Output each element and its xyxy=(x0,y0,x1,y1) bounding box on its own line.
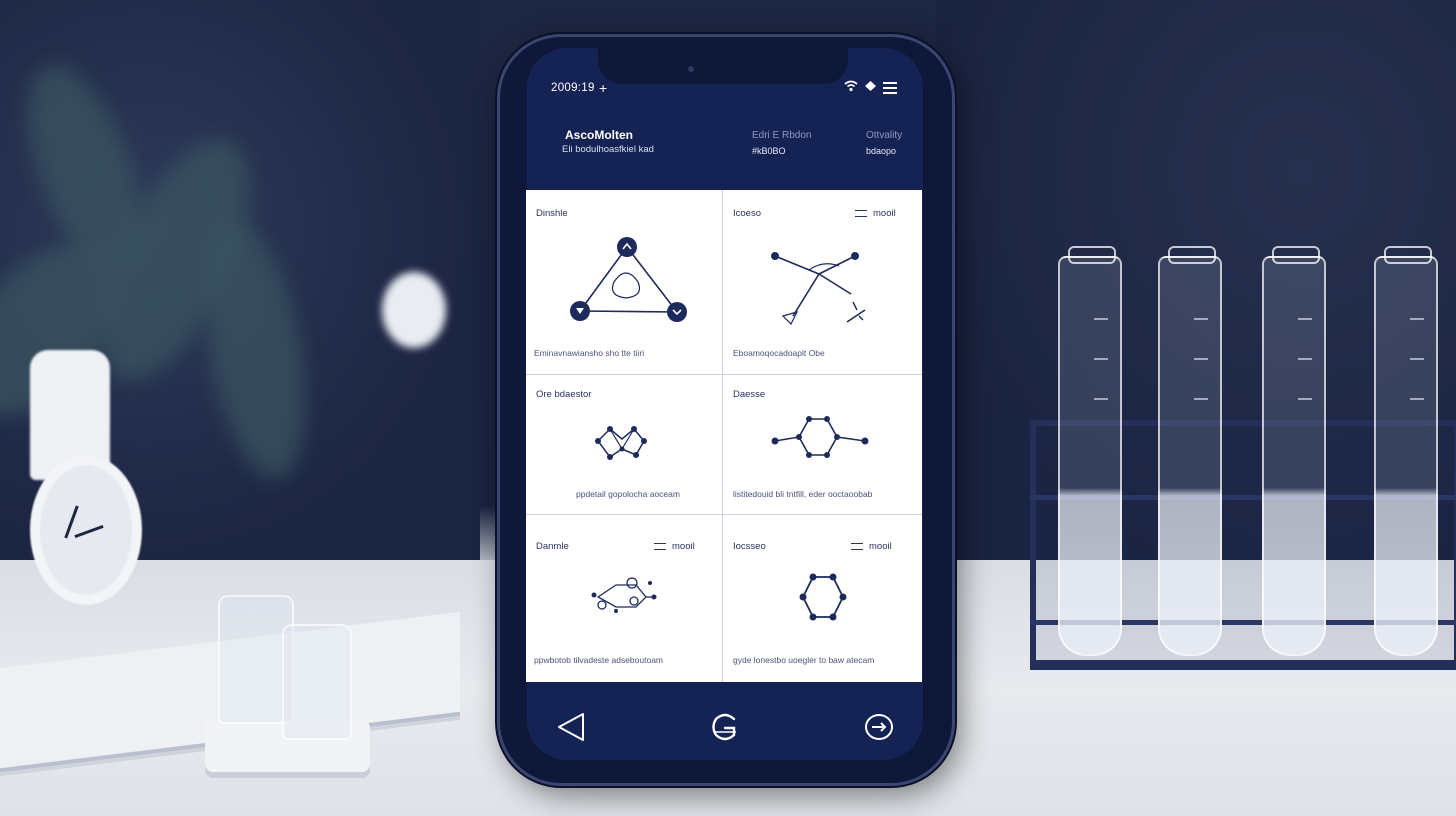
card-caption: gyde lonestbo uoegler to baw atecam xyxy=(733,655,875,665)
card-label: Daesse xyxy=(733,389,766,400)
status-icons xyxy=(844,80,897,95)
camera-dot xyxy=(688,66,694,72)
card-caption: Eminavnawiansho sho tte tiiri xyxy=(534,348,645,358)
molecule-diagram xyxy=(799,573,847,621)
status-plus[interactable]: + xyxy=(599,80,607,96)
home-g-icon xyxy=(712,713,736,741)
equals-icon xyxy=(851,543,863,550)
card-caption: listitedouid bli tntfill, eder ooctaooba… xyxy=(733,489,873,499)
test-tube xyxy=(1058,246,1122,656)
app-title: AscoMolten xyxy=(565,128,634,142)
card-label: Ore bdaestor xyxy=(536,389,592,400)
test-tube xyxy=(1262,246,1326,656)
phone-notch xyxy=(598,48,848,84)
card-label: Dinshle xyxy=(536,208,568,219)
back-triangle-icon xyxy=(558,713,584,741)
card-label: Iocsseo xyxy=(733,541,766,552)
stat-value-2: bdaopo xyxy=(866,146,897,156)
card-caption: ppwbotob tilvadeste adseboutoam xyxy=(534,655,664,665)
forward-circle-icon xyxy=(865,714,893,740)
card-label: Danmle xyxy=(536,541,569,552)
glass-cup xyxy=(282,624,352,740)
test-tube xyxy=(1158,246,1222,656)
molecule-grid: Dinshle Eminavnawiansho sho tte tiiri Ic… xyxy=(526,190,922,682)
molecule-card[interactable]: Danmle mooil ppwbotob tilvadeste adsebou… xyxy=(526,515,723,682)
stat-value-1: #kB0BO xyxy=(752,146,786,156)
molecule-diagram xyxy=(771,416,869,458)
home-button[interactable] xyxy=(708,710,742,749)
diamond-icon xyxy=(864,80,877,95)
equals-icon xyxy=(654,543,666,550)
equals-icon xyxy=(855,210,867,217)
forward-button[interactable] xyxy=(863,712,895,747)
molecule-card[interactable]: Ore bdaestor ppdetail gopolocha aoceam xyxy=(526,375,723,515)
blurred-lamp xyxy=(382,272,446,348)
card-meta: mooil xyxy=(851,541,892,552)
status-time: 2009:19 xyxy=(551,82,595,94)
card-meta: mooil xyxy=(855,208,896,219)
molecule-card[interactable]: Icoeso mooil Eboamoqocadoaplt Obe xyxy=(723,190,922,375)
bottom-nav xyxy=(527,684,923,760)
molecule-card[interactable]: Daesse listitedouid bli tntfill, eder oo… xyxy=(723,375,922,515)
molecule-card[interactable]: Iocsseo mooil gyde lonestbo uoegler to b… xyxy=(723,515,922,682)
back-button[interactable] xyxy=(555,710,589,749)
test-tube xyxy=(1374,246,1438,656)
wifi-icon xyxy=(844,80,858,95)
card-meta-text: mooil xyxy=(672,541,695,552)
card-meta-text: mooil xyxy=(869,541,892,552)
card-meta: mooil xyxy=(654,541,695,552)
stat-label-2: Ottvality xyxy=(866,130,903,141)
molecule-diagram xyxy=(595,426,647,460)
stat-label-1: Edri E Rbdon xyxy=(752,130,812,141)
molecule-diagram xyxy=(771,252,866,326)
card-caption: Eboamoqocadoaplt Obe xyxy=(733,348,825,358)
app-subtitle: Eli bodulhoasfkiel kad xyxy=(562,144,654,155)
card-label: Icoeso xyxy=(733,208,761,219)
molecule-card[interactable]: Dinshle Eminavnawiansho sho tte tiiri xyxy=(526,190,723,375)
molecule-diagram xyxy=(591,577,657,613)
card-meta-text: mooil xyxy=(873,208,896,219)
molecule-diagram xyxy=(570,237,687,322)
card-caption: ppdetail gopolocha aoceam xyxy=(576,489,680,499)
menu-icon[interactable] xyxy=(883,81,897,94)
